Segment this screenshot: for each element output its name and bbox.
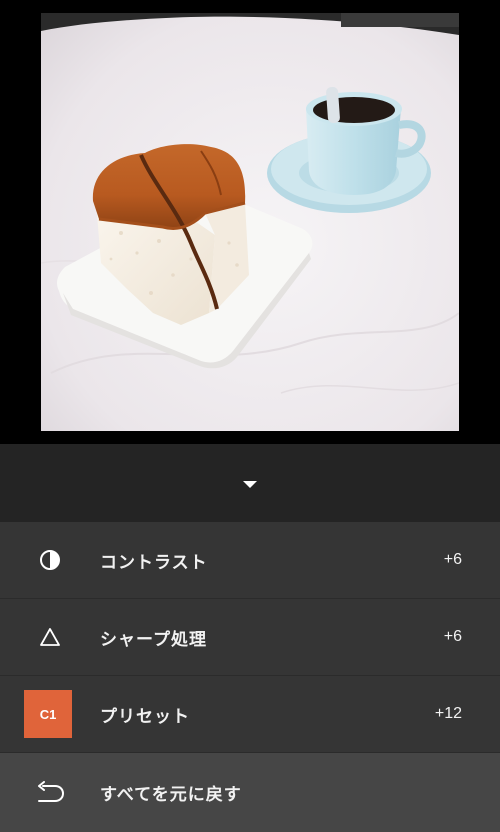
adjustment-label: コントラスト [100,552,208,573]
adjustment-label: プリセット [100,706,190,727]
adjustment-list: コントラスト +6 シャープ処理 +6 C1 プリセット +12 [0,522,500,753]
photo-editor-screen: コントラスト +6 シャープ処理 +6 C1 プリセット +12 すべてを元に戻… [0,0,500,832]
preset-badge: C1 [24,690,72,738]
reset-all-button[interactable]: すべてを元に戻す [0,753,500,832]
adjustment-row-contrast[interactable]: コントラスト +6 [0,522,500,599]
adjustment-value: +12 [434,705,462,722]
photo-preview-area [0,0,500,444]
chevron-down-icon [243,480,257,488]
adjustment-row-sharpen[interactable]: シャープ処理 +6 [0,599,500,676]
undo-icon [0,753,100,832]
triangle-icon [0,599,100,676]
collapse-panel-button[interactable] [0,444,500,522]
adjustment-value: +6 [443,551,462,568]
contrast-icon [0,522,100,599]
adjustment-row-preset[interactable]: C1 プリセット +12 [0,676,500,753]
photo-preview [41,13,459,431]
reset-label: すべてを元に戻す [100,785,242,805]
adjustment-value: +6 [443,628,462,645]
preset-badge-slot: C1 [0,676,100,753]
adjustment-label: シャープ処理 [100,629,207,650]
